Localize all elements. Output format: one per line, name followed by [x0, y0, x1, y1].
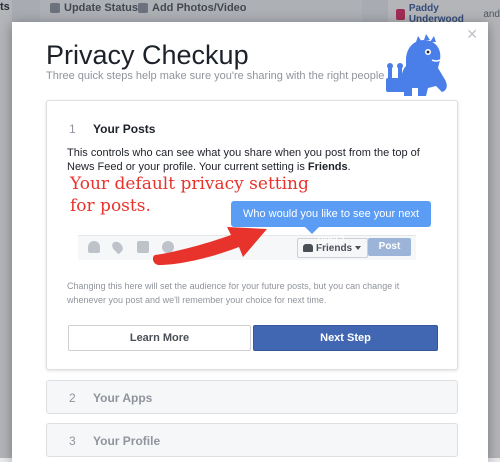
friends-icon — [303, 244, 313, 252]
current-setting: Friends — [307, 161, 348, 173]
dinosaur-icon — [386, 34, 447, 96]
step-card-your-apps[interactable]: 2 Your Apps — [46, 380, 458, 414]
step-number: 3 — [69, 434, 76, 448]
next-step-button[interactable]: Next Step — [253, 325, 438, 351]
learn-more-button[interactable]: Learn More — [68, 325, 251, 351]
step-label: Your Apps — [93, 391, 153, 405]
camera-icon — [137, 241, 149, 253]
location-icon — [110, 239, 125, 255]
step-description: This controls who can see what you share… — [67, 146, 439, 174]
privacy-checkup-dialog: ✕ Privacy Checkup Three quick steps help… — [12, 22, 488, 462]
step-label: Your Posts — [93, 122, 156, 136]
annotation-arrow-icon — [152, 227, 267, 265]
dialog-subtitle: Three quick steps help make sure you're … — [46, 70, 385, 82]
annotation-line-1: Your default privacy setting — [70, 174, 309, 194]
step-note: Changing this here will set the audience… — [67, 281, 400, 305]
step-label: Your Profile — [93, 434, 161, 448]
chevron-down-icon — [355, 246, 362, 250]
post-button[interactable]: Post — [368, 238, 411, 256]
step-card-your-posts: 1 Your Posts This controls who can see w… — [46, 100, 458, 370]
tag-people-icon — [88, 241, 100, 253]
dialog-title: Privacy Checkup — [46, 40, 249, 70]
tooltip-pointer — [305, 227, 319, 234]
close-icon[interactable]: ✕ — [466, 26, 478, 43]
step-card-your-profile[interactable]: 3 Your Profile — [46, 423, 458, 457]
description-prefix: This controls who can see what you share… — [67, 147, 420, 173]
step-number: 2 — [69, 391, 76, 405]
description-suffix: . — [347, 161, 351, 173]
step-number: 1 — [69, 122, 76, 136]
